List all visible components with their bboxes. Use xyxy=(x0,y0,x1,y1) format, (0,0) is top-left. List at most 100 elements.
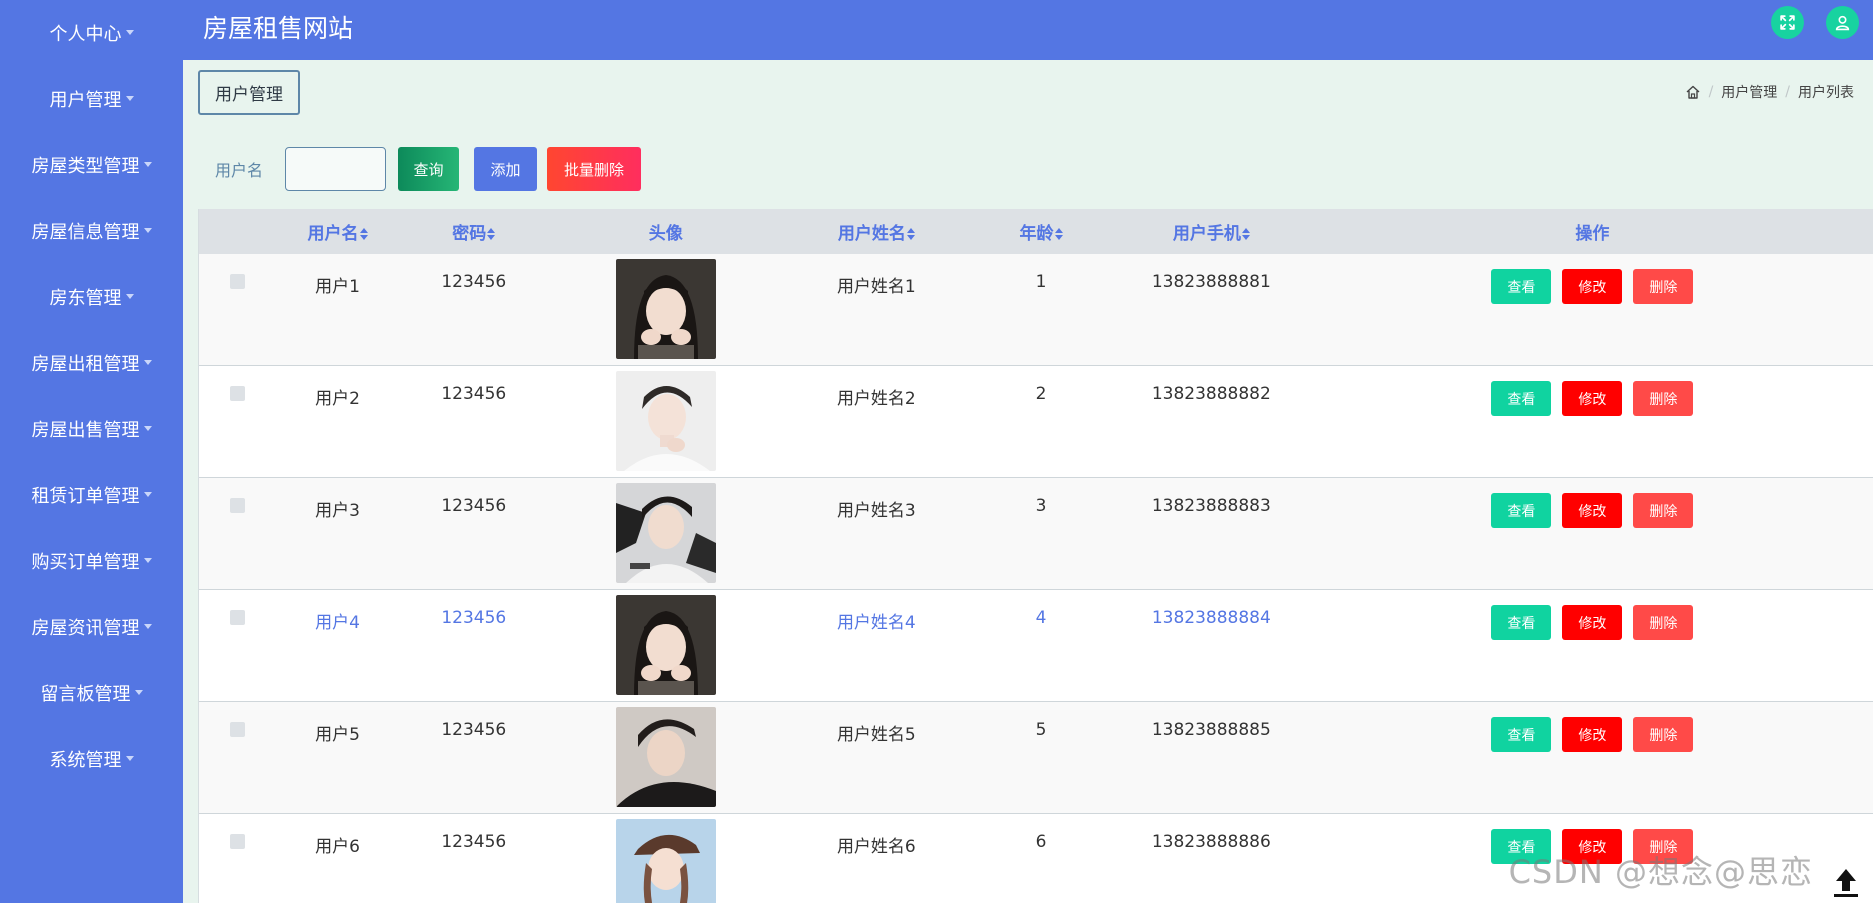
edit-button[interactable]: 修改 xyxy=(1562,493,1623,528)
sidebar-item-label: 房屋出租管理 xyxy=(31,354,140,375)
row-checkbox[interactable] xyxy=(230,498,246,513)
sidebar-item-user-management[interactable]: 用户管理 xyxy=(0,66,183,132)
actions-cell: 查看 修改 删除 xyxy=(1311,590,1873,702)
username-search-label: 用户名 xyxy=(215,161,264,180)
sidebar-item-message-board-management[interactable]: 留言板管理 xyxy=(0,660,183,726)
breadcrumb-item-user-management[interactable]: 用户管理 xyxy=(1721,82,1777,102)
fullscreen-button[interactable] xyxy=(1771,6,1804,39)
select-all-checkbox[interactable] xyxy=(230,222,246,238)
username-search-input[interactable] xyxy=(285,147,387,191)
table-header-row: 用户名 密码 头像 用户姓名 年龄 用户手机 操作 xyxy=(199,209,1873,254)
header-age[interactable]: 年龄 xyxy=(970,209,1112,254)
header-label: 年龄 xyxy=(1019,224,1054,244)
row-select-cell xyxy=(199,814,276,903)
header-actions: 操作 xyxy=(1311,209,1873,254)
username-cell: 用户3 xyxy=(315,501,360,521)
delete-button[interactable]: 删除 xyxy=(1633,269,1694,304)
phone-cell: 13823888881 xyxy=(1151,272,1271,292)
site-title: 房屋租售网站 xyxy=(203,14,354,43)
edit-button[interactable]: 修改 xyxy=(1562,717,1623,752)
table-row: 用户4 123456 用户姓名4 4 13823888884 查看 修改 删除 xyxy=(199,589,1873,702)
sidebar-item-label: 房屋资讯管理 xyxy=(31,618,140,639)
header-password[interactable]: 密码 xyxy=(399,209,549,254)
caret-down-icon xyxy=(143,161,152,167)
caret-down-icon xyxy=(143,359,152,365)
delete-button[interactable]: 删除 xyxy=(1633,381,1694,416)
header-label: 头像 xyxy=(648,224,683,244)
header-name[interactable]: 用户姓名 xyxy=(783,209,970,254)
caret-down-icon xyxy=(143,227,152,233)
fullscreen-icon xyxy=(1780,15,1795,30)
view-button[interactable]: 查看 xyxy=(1491,381,1552,416)
caret-down-icon xyxy=(125,293,134,299)
header-label: 用户手机 xyxy=(1172,224,1241,244)
batch-delete-button[interactable]: 批量删除 xyxy=(547,147,642,191)
row-select-cell xyxy=(199,478,276,590)
add-button[interactable]: 添加 xyxy=(474,147,538,191)
user-profile-button[interactable] xyxy=(1826,6,1859,39)
sort-icon[interactable] xyxy=(1241,228,1250,240)
row-checkbox[interactable] xyxy=(230,274,246,289)
username-cell: 用户6 xyxy=(315,837,360,857)
phone-cell: 13823888882 xyxy=(1151,384,1271,404)
view-button[interactable]: 查看 xyxy=(1491,717,1552,752)
sidebar-item-label: 房屋信息管理 xyxy=(31,222,140,243)
username-cell: 用户5 xyxy=(315,725,360,745)
caret-down-icon xyxy=(143,557,152,563)
avatar-image xyxy=(615,371,716,471)
row-checkbox[interactable] xyxy=(230,610,246,625)
sort-icon[interactable] xyxy=(487,228,496,240)
home-icon[interactable] xyxy=(1685,84,1701,100)
view-button[interactable]: 查看 xyxy=(1491,493,1552,528)
sidebar: 个人中心 用户管理 房屋类型管理 房屋信息管理 房东管理 房屋出租管理 房屋出售… xyxy=(0,0,183,903)
sidebar-item-rental-management[interactable]: 房屋出租管理 xyxy=(0,330,183,396)
select-all-cell xyxy=(199,209,276,254)
password-cell: 123456 xyxy=(441,496,507,516)
sidebar-item-personal-center[interactable]: 个人中心 xyxy=(0,0,183,66)
row-checkbox[interactable] xyxy=(230,834,246,849)
header-username[interactable]: 用户名 xyxy=(276,209,399,254)
sort-icon[interactable] xyxy=(906,228,915,240)
sidebar-item-house-type-management[interactable]: 房屋类型管理 xyxy=(0,132,183,198)
delete-button[interactable]: 删除 xyxy=(1633,605,1694,640)
table-row: 用户3 123456 用户姓名3 3 13823888883 查看 修改 删除 xyxy=(199,477,1873,590)
sidebar-item-landlord-management[interactable]: 房东管理 xyxy=(0,264,183,330)
sidebar-item-news-management[interactable]: 房屋资讯管理 xyxy=(0,594,183,660)
phone-cell: 13823888883 xyxy=(1151,496,1271,516)
password-cell: 123456 xyxy=(441,272,507,292)
search-bar: 用户名 查询 添加 批量删除 xyxy=(198,147,642,191)
name-cell: 用户姓名2 xyxy=(836,389,916,409)
sort-icon[interactable] xyxy=(359,228,368,240)
sidebar-item-house-info-management[interactable]: 房屋信息管理 xyxy=(0,198,183,264)
query-button[interactable]: 查询 xyxy=(398,147,460,191)
header-avatar: 头像 xyxy=(549,209,783,254)
name-cell: 用户姓名1 xyxy=(836,277,916,297)
view-button[interactable]: 查看 xyxy=(1491,605,1552,640)
sort-icon[interactable] xyxy=(1054,228,1063,240)
sidebar-item-system-management[interactable]: 系统管理 xyxy=(0,726,183,792)
back-to-top-icon[interactable] xyxy=(1829,865,1863,899)
breadcrumb: / 用户管理 / 用户列表 xyxy=(1685,82,1854,102)
edit-button[interactable]: 修改 xyxy=(1562,605,1623,640)
row-checkbox[interactable] xyxy=(230,386,246,401)
edit-button[interactable]: 修改 xyxy=(1562,269,1623,304)
password-cell: 123456 xyxy=(441,384,507,404)
view-button[interactable]: 查看 xyxy=(1491,269,1552,304)
edit-button[interactable]: 修改 xyxy=(1562,381,1623,416)
sidebar-item-lease-order-management[interactable]: 租赁订单管理 xyxy=(0,462,183,528)
delete-button[interactable]: 删除 xyxy=(1633,717,1694,752)
main-content: 用户管理 / 用户管理 / 用户列表 用户名 查询 添加 批量删除 用户名 密码… xyxy=(183,60,1873,903)
sidebar-item-label: 系统管理 xyxy=(49,750,122,771)
user-table: 用户名 密码 头像 用户姓名 年龄 用户手机 操作 用户1 123456 用户姓… xyxy=(199,209,1873,903)
delete-button[interactable]: 删除 xyxy=(1633,493,1694,528)
sidebar-item-label: 留言板管理 xyxy=(40,684,131,705)
header-phone[interactable]: 用户手机 xyxy=(1112,209,1311,254)
actions-cell: 查看 修改 删除 xyxy=(1311,366,1873,478)
sidebar-item-purchase-order-management[interactable]: 购买订单管理 xyxy=(0,528,183,594)
row-checkbox[interactable] xyxy=(230,722,246,737)
row-select-cell xyxy=(199,590,276,702)
sidebar-item-sale-management[interactable]: 房屋出售管理 xyxy=(0,396,183,462)
avatar-image xyxy=(615,819,716,903)
avatar-cell xyxy=(549,702,783,814)
age-cell: 4 xyxy=(1035,608,1047,628)
